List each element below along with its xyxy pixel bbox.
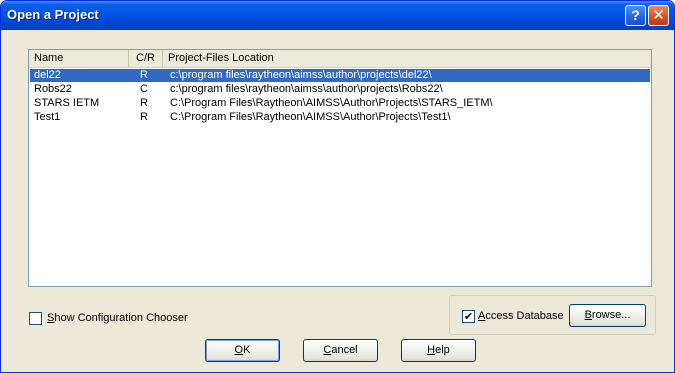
dialog-title: Open a Project: [7, 7, 99, 22]
row-cr: R: [140, 111, 148, 123]
list-row[interactable]: Robs22 C c:\program files\raytheon\aimss…: [30, 83, 650, 96]
browse-button[interactable]: Browse...: [569, 304, 646, 327]
help-button[interactable]: Help: [401, 339, 476, 362]
ok-button[interactable]: OK: [205, 339, 280, 362]
access-database-label: Access Database: [478, 310, 564, 322]
row-location: C:\Program Files\Raytheon\AIMSS\Author\P…: [170, 111, 451, 123]
row-cr: C: [140, 83, 148, 95]
project-list[interactable]: Name C/R Project-Files Location del22 R …: [28, 49, 652, 287]
list-row[interactable]: del22 R c:\program files\raytheon\aimss\…: [30, 69, 650, 82]
close-icon[interactable]: ✕: [648, 5, 669, 26]
row-name: Robs22: [34, 83, 72, 95]
access-database-checkbox[interactable]: ✔: [462, 310, 475, 323]
column-header-location[interactable]: Project-Files Location: [163, 50, 651, 67]
open-project-dialog: Open a Project ? ✕ Name C/R Project-File…: [0, 0, 675, 373]
list-row[interactable]: Test1 R C:\Program Files\Raytheon\AIMSS\…: [30, 111, 650, 124]
show-config-label: Show Configuration Chooser: [47, 312, 188, 324]
access-database-group: ✔ Access Database Browse...: [449, 295, 656, 335]
row-name: del22: [34, 69, 61, 81]
row-location: C:\Program Files\Raytheon\AIMSS\Author\P…: [170, 97, 493, 109]
row-cr: R: [140, 97, 148, 109]
list-row[interactable]: STARS IETM R C:\Program Files\Raytheon\A…: [30, 97, 650, 110]
row-name: STARS IETM: [34, 97, 100, 109]
column-header-name[interactable]: Name: [29, 50, 129, 67]
row-name: Test1: [34, 111, 61, 123]
row-location: c:\program files\raytheon\aimss\author\p…: [170, 83, 443, 95]
column-header-cr[interactable]: C/R: [129, 50, 163, 67]
list-header: Name C/R Project-Files Location: [29, 50, 651, 68]
title-bar[interactable]: Open a Project ? ✕: [1, 1, 674, 30]
help-question-icon[interactable]: ?: [625, 5, 646, 26]
cancel-button[interactable]: Cancel: [303, 339, 378, 362]
show-config-checkbox[interactable]: [29, 312, 42, 325]
row-location: c:\program files\raytheon\aimss\author\p…: [170, 69, 432, 81]
row-cr: R: [140, 69, 148, 81]
